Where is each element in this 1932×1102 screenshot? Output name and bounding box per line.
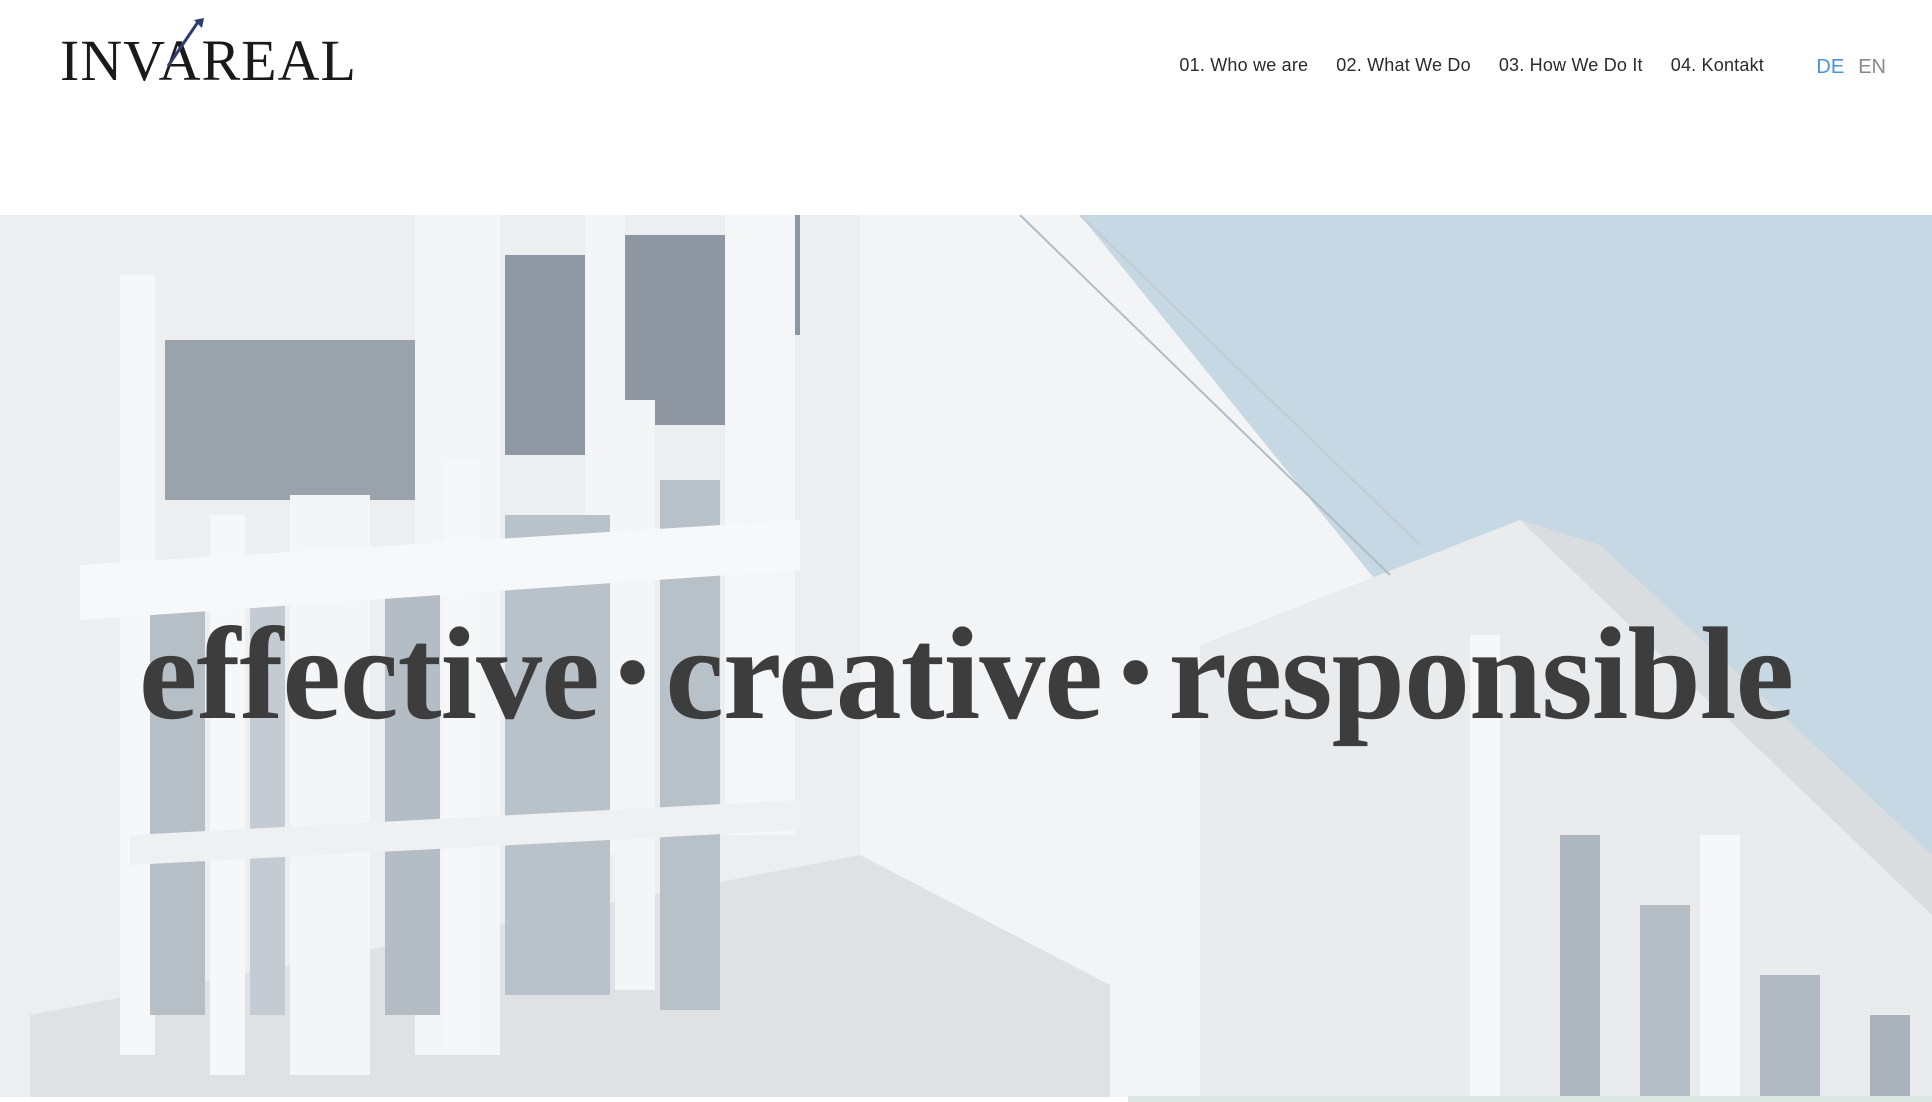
logo-arrow-icon (166, 18, 204, 67)
brand-logo[interactable]: INVAREAL (60, 18, 356, 90)
tagline-separator-dot: • (616, 623, 649, 722)
tagline-word-responsible: responsible (1168, 600, 1794, 747)
main-nav: 01. Who we are 02. What We Do 03. How We… (1179, 55, 1764, 76)
lang-en-link[interactable]: EN (1858, 56, 1886, 79)
tagline-word-effective: effective (138, 600, 600, 747)
lang-de-link[interactable]: DE (1816, 56, 1844, 79)
nav-item-how-we-do-it[interactable]: 03. How We Do It (1499, 55, 1643, 76)
nav-item-kontakt[interactable]: 04. Kontakt (1671, 55, 1764, 76)
tagline-separator-dot: • (1119, 623, 1152, 722)
hero-section: effective • creative • responsible (0, 215, 1932, 1097)
hero-tagline: effective • creative • responsible (0, 608, 1932, 740)
bottom-accent-strip (1128, 1096, 1932, 1102)
site-header: INVAREAL 01. Who we are 02. What We Do 0… (0, 0, 1932, 215)
nav-item-what-we-do[interactable]: 02. What We Do (1336, 55, 1471, 76)
tagline-word-creative: creative (665, 600, 1103, 747)
nav-item-who-we-are[interactable]: 01. Who we are (1179, 55, 1308, 76)
language-switcher: DE EN (1816, 56, 1886, 79)
